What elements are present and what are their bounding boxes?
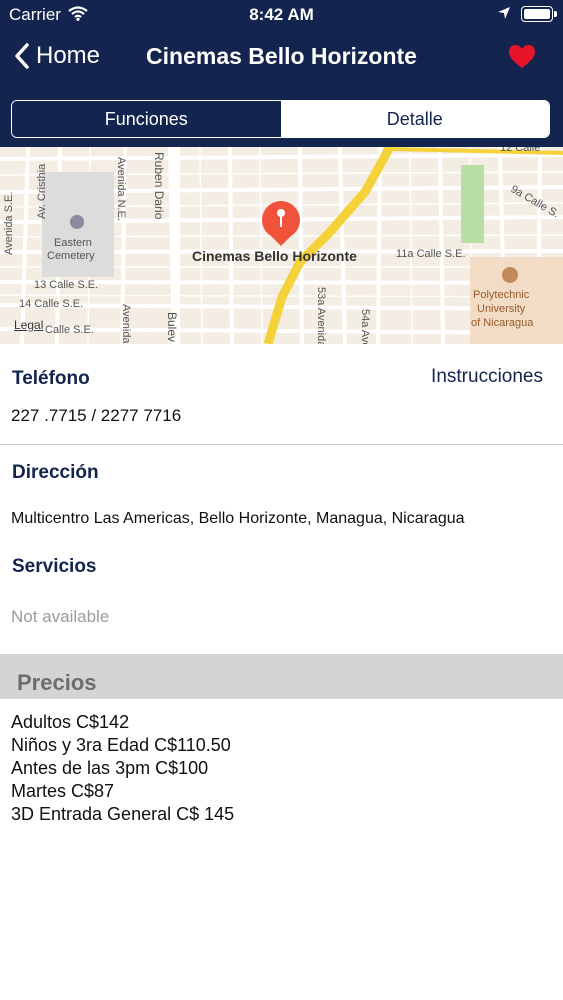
favorite-heart-icon[interactable]	[508, 44, 536, 69]
divider	[0, 444, 563, 445]
map-pin-label: Cinemas Bello Horizonte	[192, 248, 357, 264]
segmented-control: Funciones Detalle	[11, 100, 550, 138]
svg-text:Ruben Dario: Ruben Dario	[152, 152, 166, 220]
location-arrow-icon	[498, 7, 510, 19]
price-item: Antes de las 3pm C$100	[11, 758, 209, 778]
map-pin-icon[interactable]	[262, 201, 300, 246]
price-item: 3D Entrada General C$ 145	[11, 804, 235, 824]
map-view[interactable]: Av. Cristhia Avenida N.E. Ruben Dario Ea…	[0, 147, 563, 344]
direccion-title: Dirección	[12, 462, 99, 483]
status-time: 8:42 AM	[249, 5, 314, 24]
map-legal-link[interactable]: Legal	[14, 318, 43, 332]
navigation-bar: Home Cinemas Bello Horizonte	[0, 32, 563, 84]
svg-text:of Nicaragua: of Nicaragua	[471, 317, 534, 329]
direccion-value: Multicentro Las Americas, Bello Horizont…	[11, 510, 465, 527]
price-item: Niños y 3ra Edad C$110.50	[11, 735, 231, 755]
svg-text:13 Calle S.E.: 13 Calle S.E.	[34, 279, 98, 291]
telefono-value[interactable]: 227 .7715 / 2277 7716	[11, 406, 181, 426]
svg-text:Avenida S.E.: Avenida S.E.	[3, 192, 15, 255]
precios-title: Precios	[17, 670, 97, 695]
svg-text:Eastern: Eastern	[54, 237, 92, 249]
svg-text:Bulev: Bulev	[165, 312, 179, 342]
servicios-value: Not available	[11, 607, 110, 626]
svg-text:Calle S.E.: Calle S.E.	[45, 324, 94, 336]
svg-text:Cemetery: Cemetery	[47, 250, 95, 262]
page-title: Cinemas Bello Horizonte	[146, 43, 417, 69]
battery-icon	[521, 6, 557, 22]
map-graphic: Av. Cristhia Avenida N.E. Ruben Dario Ea…	[0, 147, 563, 344]
price-item: Martes C$87	[11, 781, 115, 801]
svg-text:Avenida N.E.: Avenida N.E.	[115, 157, 127, 221]
svg-text:Avenida S.E.: Avenida S.E.	[120, 304, 132, 344]
svg-text:54a Avenida: 54a Avenida	[359, 309, 371, 344]
servicios-title: Servicios	[12, 556, 97, 577]
instrucciones-button[interactable]: Instrucciones	[431, 366, 543, 388]
svg-text:11a Calle S.E.: 11a Calle S.E.	[396, 248, 466, 260]
svg-text:12 Calle: 12 Calle	[500, 147, 540, 154]
svg-text:Polytechnic: Polytechnic	[473, 289, 530, 301]
svg-text:53a Avenida: 53a Avenida	[315, 287, 327, 344]
tab-detalle[interactable]: Detalle	[280, 101, 549, 137]
price-list: Adultos C$142 Niños y 3ra Edad C$110.50 …	[11, 711, 234, 826]
header: Carrier 8:42 AM Home Cinemas Bello Horiz…	[0, 0, 563, 147]
precios-header: Precios	[0, 654, 563, 699]
svg-text:14 Calle S.E.: 14 Calle S.E.	[19, 298, 83, 310]
svg-text:University: University	[477, 303, 526, 315]
tab-funciones[interactable]: Funciones	[12, 101, 281, 137]
status-bar: Carrier 8:42 AM	[0, 0, 563, 30]
price-item: Adultos C$142	[11, 712, 130, 732]
svg-text:Av. Cristhia: Av. Cristhia	[36, 163, 48, 219]
telefono-title: Teléfono	[12, 368, 90, 389]
